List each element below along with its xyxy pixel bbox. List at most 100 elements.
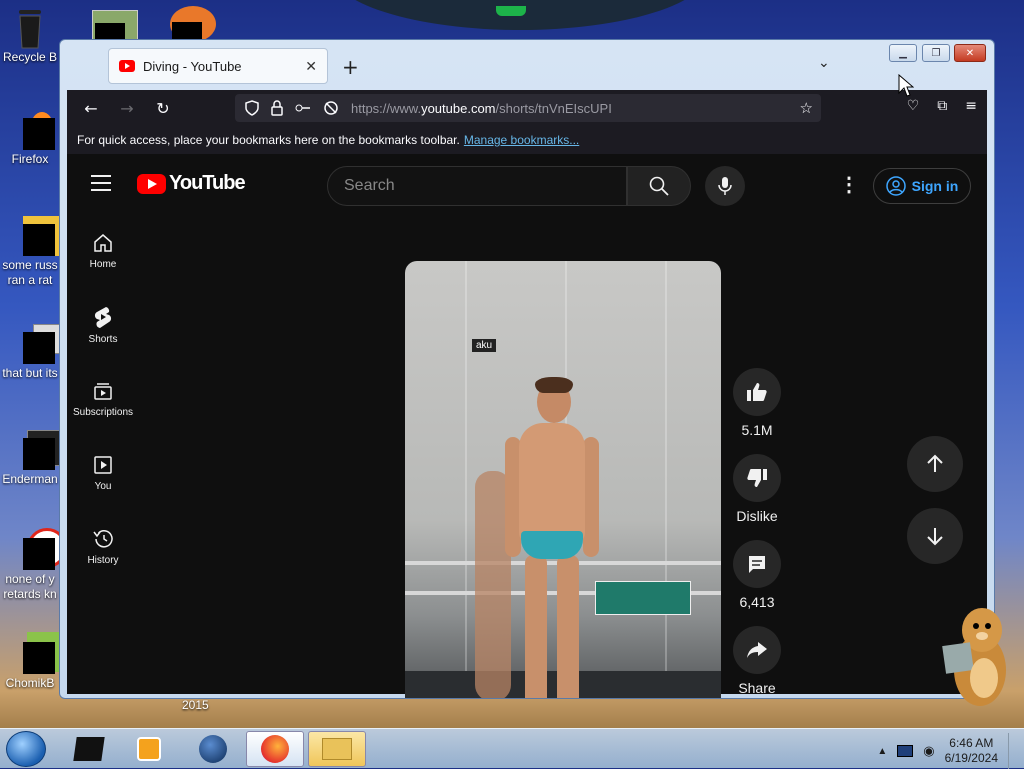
voice-search-button[interactable] (705, 166, 745, 206)
youtube-header: YouTube Search ⋮ Sign in (67, 154, 987, 214)
desktop-icon-file-3[interactable]: none of y retards kn (0, 528, 67, 602)
desktop-label-year: 2015 (182, 698, 209, 712)
restore-button[interactable]: ❐ (922, 44, 950, 62)
url-text[interactable]: https://www.youtube.com/shorts/tnVnEIscU… (351, 101, 612, 116)
youtube-sidebar: Home Shorts Subscriptions You History (67, 214, 139, 584)
app-icon (9, 528, 67, 570)
desktop-icon-label: ChomikB (5, 676, 55, 690)
desktop-icon-recycle-bin[interactable]: Recycle B (0, 6, 60, 65)
forward-arrow-icon[interactable]: → (109, 99, 145, 118)
clock-time: 6:46 AM (949, 736, 994, 750)
sidebar-item-label: You (94, 480, 112, 492)
video-sign (595, 581, 691, 615)
tab-diving-youtube[interactable]: Diving - YouTube ✕ (108, 48, 328, 84)
reload-icon[interactable]: ↻ (145, 99, 181, 118)
media-player-icon (137, 737, 161, 761)
clock[interactable]: 6:46 AM 6/19/2024 (945, 736, 998, 766)
permissions-icon[interactable] (295, 102, 311, 114)
taskbar-app-globe[interactable] (184, 731, 242, 767)
network-icon[interactable] (897, 745, 914, 757)
dislike-button[interactable]: Dislike (733, 454, 781, 524)
pocket-icon[interactable]: ♡ (907, 98, 920, 114)
search-button[interactable] (627, 166, 691, 206)
show-hidden-icons-icon[interactable]: ▲ (877, 746, 887, 757)
sidebar-item-shorts[interactable]: Shorts (67, 288, 139, 362)
close-icon[interactable]: ✕ (305, 58, 317, 75)
autoplay-blocked-icon[interactable] (323, 100, 339, 116)
manage-bookmarks-link[interactable]: Manage bookmarks... (464, 133, 579, 147)
terminal-icon (73, 737, 105, 761)
minimize-button[interactable]: ▁ (889, 44, 917, 62)
next-short-button[interactable] (907, 508, 963, 564)
lock-icon[interactable] (271, 100, 283, 116)
taskbar-app-media-player[interactable] (120, 731, 178, 767)
like-count: 5.1M (741, 422, 773, 438)
desktop-icon-chomik[interactable]: ChomikB (0, 632, 67, 691)
subscriptions-icon (94, 382, 112, 400)
url-bar[interactable]: https://www.youtube.com/shorts/tnVnEIscU… (235, 94, 821, 122)
file-icon (9, 322, 65, 364)
taskbar-app-firefox[interactable] (246, 731, 304, 767)
desktop-icon-enderman[interactable]: Enderman (0, 428, 67, 487)
desktop-icon-firefox[interactable]: Firefox (0, 108, 60, 167)
you-icon (94, 455, 112, 474)
desktop-icon-folder[interactable] (92, 10, 138, 43)
file-icon (9, 214, 67, 256)
sidebar-item-label: Shorts (88, 333, 118, 345)
desktop-icon-label: none of y retards kn (3, 572, 57, 601)
sidebar-item-subscriptions[interactable]: Subscriptions (67, 362, 139, 436)
desktop-top-decoration (330, 0, 710, 30)
start-button[interactable] (6, 731, 46, 767)
thumbs-down-icon (747, 469, 767, 487)
folder-icon (322, 738, 352, 760)
sign-in-button[interactable]: Sign in (873, 168, 971, 204)
share-button[interactable]: Share (733, 626, 781, 696)
share-icon (747, 642, 767, 658)
menu-icon[interactable]: ≡ (965, 98, 977, 114)
taskbar-app-terminal[interactable] (60, 731, 118, 767)
globe-icon (199, 735, 227, 763)
back-arrow-icon[interactable]: ← (73, 99, 109, 118)
sidebar-item-label: History (87, 554, 119, 566)
sidebar-item-label: Home (89, 258, 117, 270)
hamster-app-icon (9, 632, 67, 674)
clock-date: 6/19/2024 (944, 751, 998, 765)
desktop-icon-app[interactable] (170, 6, 216, 44)
bookmarks-toolbar: For quick access, place your bookmarks h… (67, 126, 987, 154)
close-window-button[interactable]: ✕ (954, 44, 986, 62)
like-button[interactable]: 5.1M (733, 368, 781, 438)
youtube-favicon-icon (119, 60, 135, 72)
tab-title: Diving - YouTube (143, 58, 242, 74)
youtube-page: YouTube Search ⋮ Sign in Home Shorts Sub… (67, 154, 987, 698)
more-options-icon[interactable]: ⋮ (839, 172, 859, 197)
sign-in-label: Sign in (911, 178, 959, 194)
show-desktop-button[interactable] (1008, 733, 1018, 769)
search-input[interactable]: Search (327, 166, 627, 206)
taskbar-app-explorer[interactable] (308, 731, 366, 767)
list-tabs-chevron-down-icon[interactable]: ⌄ (818, 55, 830, 71)
desktop-icon-file-1[interactable]: some russ ran a rat (0, 214, 67, 288)
desktop-icon-file-2[interactable]: that but its (0, 322, 65, 381)
comments-button[interactable]: 6,413 (733, 540, 781, 610)
shield-icon[interactable] (245, 100, 259, 116)
sidebar-item-history[interactable]: History (67, 510, 139, 584)
bookmark-star-icon[interactable]: ☆ (800, 99, 813, 117)
shorts-icon (94, 306, 112, 328)
dislike-label: Dislike (736, 508, 778, 524)
sidebar-item-label: Subscriptions (72, 406, 134, 418)
youtube-logo[interactable]: YouTube (137, 172, 246, 195)
new-tab-button[interactable]: + (342, 55, 359, 79)
arrow-down-icon (927, 528, 943, 546)
volume-icon[interactable]: ◉ (923, 743, 934, 759)
sidebar-item-you[interactable]: You (67, 436, 139, 510)
extensions-icon[interactable]: ⧉ (937, 98, 947, 114)
hamburger-menu-icon[interactable] (91, 175, 111, 191)
navigation-toolbar: ← → ↻ https://www.youtube.com/shorts/tnV… (67, 90, 987, 126)
sidebar-item-home[interactable]: Home (67, 214, 139, 288)
desktop-icon-label: that but its (2, 366, 58, 380)
microphone-icon (718, 177, 732, 195)
shorts-video-player[interactable]: aku (405, 261, 721, 698)
previous-short-button[interactable] (907, 436, 963, 492)
arrow-up-icon (927, 454, 943, 472)
youtube-play-icon (137, 173, 166, 194)
